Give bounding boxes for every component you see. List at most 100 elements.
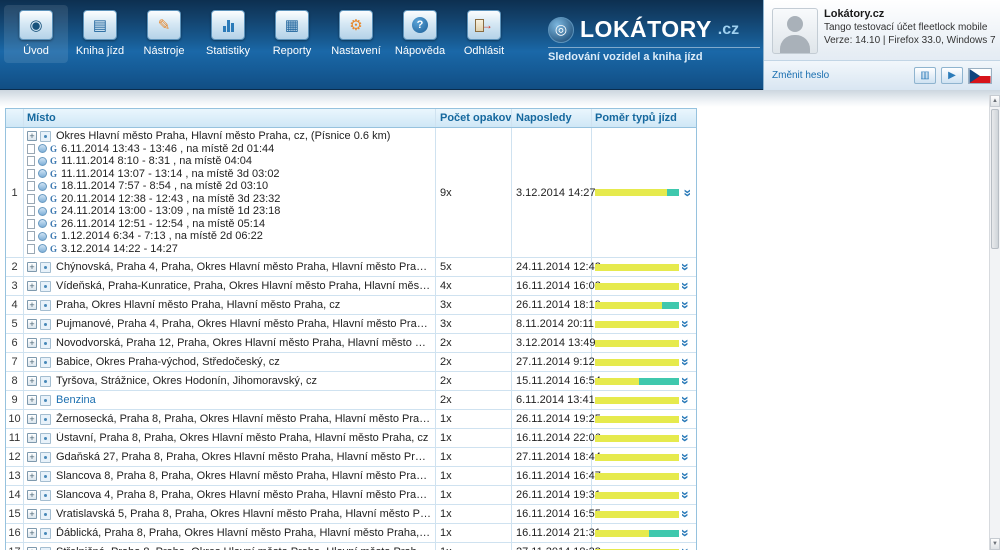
- chevron-down-icon[interactable]: »: [681, 507, 691, 521]
- table-row[interactable]: 2 +Chýnovská, Praha 4, Praha, Okres Hlav…: [6, 258, 696, 277]
- route-icon[interactable]: [38, 182, 47, 191]
- expand-icon[interactable]: +: [27, 281, 37, 291]
- document-icon[interactable]: [27, 219, 35, 229]
- header-last-visit[interactable]: Naposledy: [512, 109, 592, 127]
- google-maps-icon[interactable]: G: [50, 219, 57, 229]
- expand-icon[interactable]: +: [27, 376, 37, 386]
- vertical-scrollbar[interactable]: ▲ ▼: [989, 95, 1000, 550]
- scroll-up-button[interactable]: ▲: [990, 95, 1000, 107]
- nav-item-reporty[interactable]: ▦ Reporty: [260, 5, 324, 63]
- chevron-down-icon[interactable]: »: [681, 526, 691, 540]
- nav-item-kniha-jizd[interactable]: ▤ Kniha jízd: [68, 5, 132, 63]
- chevron-down-icon[interactable]: »: [681, 298, 691, 312]
- table-row[interactable]: 7 +Babice, Okres Praha-východ, Středočes…: [6, 353, 696, 372]
- nav-item-statistiky[interactable]: Statistiky: [196, 5, 260, 63]
- table-row[interactable]: 3 +Vídeňská, Praha-Kunratice, Praha, Okr…: [6, 277, 696, 296]
- expand-icon[interactable]: +: [27, 300, 37, 310]
- locate-icon[interactable]: [40, 452, 51, 463]
- header-place[interactable]: Místo: [24, 109, 436, 127]
- change-password-link[interactable]: Změnit heslo: [772, 70, 829, 81]
- nav-item-nastaveni[interactable]: ⚙ Nastavení: [324, 5, 388, 63]
- nav-item-nastroje[interactable]: ✎ Nástroje: [132, 5, 196, 63]
- chevron-down-icon[interactable]: »: [681, 431, 691, 445]
- screen-layout-icon[interactable]: ▥: [914, 67, 936, 84]
- google-maps-icon[interactable]: G: [50, 156, 57, 166]
- locate-icon[interactable]: [40, 319, 51, 330]
- chevron-down-icon[interactable]: »: [681, 450, 691, 464]
- locate-icon[interactable]: [40, 131, 51, 142]
- google-maps-icon[interactable]: G: [50, 231, 57, 241]
- expand-icon[interactable]: +: [27, 262, 37, 272]
- route-icon[interactable]: [38, 169, 47, 178]
- google-maps-icon[interactable]: G: [50, 144, 57, 154]
- google-maps-icon[interactable]: G: [50, 206, 57, 216]
- chevron-down-icon[interactable]: »: [681, 469, 691, 483]
- table-row[interactable]: 11 +Ústavní, Praha 8, Praha, Okres Hlavn…: [6, 429, 696, 448]
- expand-icon[interactable]: +: [27, 131, 37, 141]
- chevron-down-icon[interactable]: »: [681, 374, 691, 388]
- table-row[interactable]: 8 +Tyršova, Strážnice, Okres Hodonín, Ji…: [6, 372, 696, 391]
- table-row[interactable]: 12 +Gdaňská 27, Praha 8, Praha, Okres Hl…: [6, 448, 696, 467]
- expand-icon[interactable]: +: [27, 433, 37, 443]
- table-row[interactable]: 15 +Vratislavská 5, Praha 8, Praha, Okre…: [6, 505, 696, 524]
- locate-icon[interactable]: [40, 300, 51, 311]
- google-maps-icon[interactable]: G: [50, 169, 57, 179]
- document-icon[interactable]: [27, 144, 35, 154]
- locate-icon[interactable]: [40, 547, 51, 550]
- expand-icon[interactable]: +: [27, 528, 37, 538]
- table-row[interactable]: 17 +Střelničná, Praha 8, Praha, Okres Hl…: [6, 543, 696, 550]
- send-icon[interactable]: ▶: [941, 67, 963, 84]
- table-row[interactable]: 6 +Novodvorská, Praha 12, Praha, Okres H…: [6, 334, 696, 353]
- table-row[interactable]: 9 +Benzina 2x 6.11.2014 13:41 »: [6, 391, 696, 410]
- document-icon[interactable]: [27, 169, 35, 179]
- nav-item-odhlasit[interactable]: → Odhlásit: [452, 5, 516, 63]
- document-icon[interactable]: [27, 194, 35, 204]
- locate-icon[interactable]: [40, 357, 51, 368]
- expand-icon[interactable]: +: [27, 452, 37, 462]
- locate-icon[interactable]: [40, 414, 51, 425]
- locate-icon[interactable]: [40, 509, 51, 520]
- expand-icon[interactable]: +: [27, 357, 37, 367]
- table-row[interactable]: 5 +Pujmanové, Praha 4, Praha, Okres Hlav…: [6, 315, 696, 334]
- expand-icon[interactable]: +: [27, 471, 37, 481]
- expand-icon[interactable]: +: [27, 490, 37, 500]
- google-maps-icon[interactable]: G: [50, 194, 57, 204]
- expand-icon[interactable]: +: [27, 338, 37, 348]
- chevron-down-icon[interactable]: »: [681, 412, 691, 426]
- route-icon[interactable]: [38, 144, 47, 153]
- document-icon[interactable]: [27, 231, 35, 241]
- locate-icon[interactable]: [40, 433, 51, 444]
- route-icon[interactable]: [38, 194, 47, 203]
- chevron-up-icon[interactable]: «: [681, 186, 691, 200]
- table-row[interactable]: 13 +Slancova 8, Praha 8, Praha, Okres Hl…: [6, 467, 696, 486]
- table-row[interactable]: 4 +Praha, Okres Hlavní město Praha, Hlav…: [6, 296, 696, 315]
- place-link[interactable]: Benzina: [56, 394, 96, 406]
- route-icon[interactable]: [38, 207, 47, 216]
- chevron-down-icon[interactable]: »: [681, 488, 691, 502]
- document-icon[interactable]: [27, 181, 35, 191]
- locate-icon[interactable]: [40, 262, 51, 273]
- google-maps-icon[interactable]: G: [50, 244, 57, 254]
- route-icon[interactable]: [38, 244, 47, 253]
- chevron-down-icon[interactable]: »: [681, 317, 691, 331]
- google-maps-icon[interactable]: G: [50, 181, 57, 191]
- header-trip-ratio[interactable]: Poměr typů jízd: [592, 109, 696, 127]
- route-icon[interactable]: [38, 219, 47, 228]
- table-row[interactable]: 10 +Žernosecká, Praha 8, Praha, Okres Hl…: [6, 410, 696, 429]
- chevron-down-icon[interactable]: »: [681, 545, 691, 550]
- document-icon[interactable]: [27, 156, 35, 166]
- table-row-expanded[interactable]: 1 + Okres Hlavní město Praha, Hlavní měs…: [6, 128, 696, 258]
- nav-item-uvod[interactable]: ◉ Úvod: [4, 5, 68, 63]
- header-repeat-count[interactable]: Počet opakování: [436, 109, 512, 127]
- nav-item-napoveda[interactable]: ? Nápověda: [388, 5, 452, 63]
- czech-flag-icon[interactable]: [968, 68, 992, 84]
- locate-icon[interactable]: [40, 490, 51, 501]
- expand-icon[interactable]: +: [27, 414, 37, 424]
- locate-icon[interactable]: [40, 281, 51, 292]
- route-icon[interactable]: [38, 232, 47, 241]
- expand-icon[interactable]: +: [27, 395, 37, 405]
- table-row[interactable]: 16 +Ďáblická, Praha 8, Praha, Okres Hlav…: [6, 524, 696, 543]
- scrollbar-thumb[interactable]: [991, 109, 999, 249]
- scroll-down-button[interactable]: ▼: [990, 538, 1000, 550]
- chevron-down-icon[interactable]: »: [681, 279, 691, 293]
